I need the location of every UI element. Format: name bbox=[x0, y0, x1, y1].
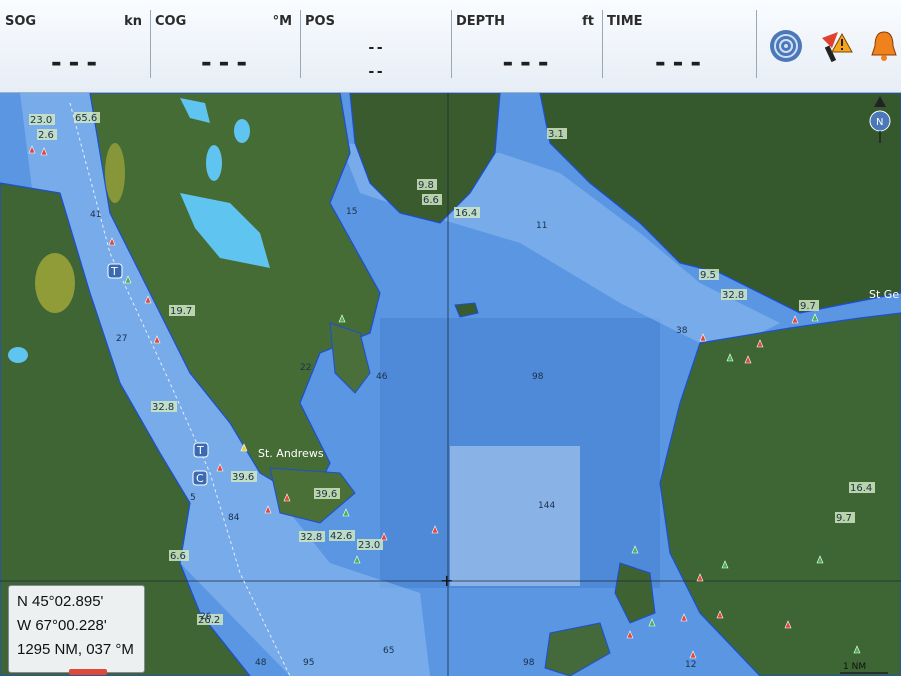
depth-label: DEPTH bbox=[456, 14, 505, 29]
range-bearing: 1295 NM, 037 °M bbox=[17, 641, 134, 658]
tide-marker[interactable]: T bbox=[193, 442, 209, 458]
depth-label: 23.0 bbox=[358, 540, 380, 551]
time-cell[interactable]: TIME --- bbox=[602, 10, 757, 78]
depth-label: 32.8 bbox=[152, 402, 174, 413]
place-st-ge: St Ge bbox=[869, 288, 899, 301]
depth-label: 2.6 bbox=[38, 130, 54, 141]
tide-marker-label: T bbox=[110, 265, 118, 278]
pos-label: POS bbox=[305, 14, 335, 29]
depth-label: 16.4 bbox=[850, 483, 872, 494]
depth-label: 65 bbox=[383, 646, 394, 656]
depth-label: 27 bbox=[116, 334, 127, 344]
cog-label: COG bbox=[155, 14, 187, 29]
tide-marker-label: T bbox=[196, 444, 204, 457]
depth-label: 12 bbox=[685, 660, 696, 670]
depth-label: 41 bbox=[90, 210, 101, 220]
cursor-position-readout[interactable]: N 45°02.895' W 67°00.228' 1295 NM, 037 °… bbox=[8, 585, 145, 675]
depth-label: 32.8 bbox=[722, 290, 744, 301]
pos-line2: -- bbox=[367, 64, 384, 80]
alarm-warning-icon[interactable] bbox=[818, 28, 854, 64]
depth-label: 16.4 bbox=[455, 208, 477, 219]
pos-cell[interactable]: POS -- -- bbox=[300, 10, 452, 80]
current-marker-label: C bbox=[196, 472, 204, 485]
depth-label: 9.7 bbox=[836, 513, 852, 524]
sog-value: --- bbox=[48, 48, 102, 78]
marsh-patch bbox=[105, 143, 125, 203]
tide-marker[interactable]: T bbox=[107, 263, 123, 279]
depth-label: 6.6 bbox=[170, 551, 186, 562]
depth-value: --- bbox=[500, 48, 553, 78]
cursor-icon[interactable]: + bbox=[440, 571, 453, 590]
scale-label: 1 NM bbox=[843, 662, 866, 672]
sog-unit: kn bbox=[124, 14, 142, 29]
depth-cell[interactable]: DEPTH ft --- bbox=[451, 10, 603, 78]
depth-label: 5 bbox=[190, 493, 196, 503]
depth-label: 15 bbox=[346, 207, 357, 217]
depth-label: 19.7 bbox=[170, 306, 192, 317]
depth-label: 48 bbox=[255, 658, 267, 668]
depth-label: 23.0 bbox=[30, 115, 52, 126]
depth-label: 6.6 bbox=[423, 195, 439, 206]
sog-cell[interactable]: SOG kn --- bbox=[0, 10, 151, 78]
depth-label: 32.8 bbox=[300, 532, 322, 543]
current-marker[interactable]: C bbox=[192, 470, 208, 486]
marsh-patch bbox=[35, 253, 75, 313]
depth-label: 9.8 bbox=[418, 180, 434, 191]
readout-indicator bbox=[69, 669, 107, 675]
lake bbox=[8, 347, 28, 363]
alarm-bell-icon[interactable] bbox=[866, 28, 901, 64]
depth-label: 98 bbox=[523, 658, 535, 668]
lake bbox=[234, 119, 250, 143]
depth-label: 84 bbox=[228, 513, 240, 523]
depth-label: 22 bbox=[300, 363, 311, 373]
glare-area bbox=[450, 446, 580, 586]
radar-icon[interactable] bbox=[768, 28, 804, 64]
cog-unit: °M bbox=[272, 14, 292, 29]
depth-label: 42.6 bbox=[330, 531, 352, 542]
depth-label: 46 bbox=[376, 372, 388, 382]
depth-label: 95 bbox=[303, 658, 314, 668]
cog-value: --- bbox=[198, 48, 252, 78]
depth-label: 11 bbox=[536, 221, 547, 231]
depth-label: 9.5 bbox=[700, 270, 716, 281]
depth-label: 39.6 bbox=[315, 489, 337, 500]
depth-label: 98 bbox=[532, 372, 544, 382]
sog-label: SOG bbox=[5, 14, 37, 29]
longitude: W 67°00.228' bbox=[17, 617, 107, 634]
time-value: --- bbox=[652, 48, 706, 78]
depth-label: 38 bbox=[676, 326, 688, 336]
svg-text:N: N bbox=[876, 117, 883, 128]
depth-unit: ft bbox=[582, 14, 594, 29]
depth-label: 26 bbox=[200, 612, 212, 622]
pos-line1: -- bbox=[367, 40, 384, 56]
data-bar: SOG kn --- COG °M --- POS -- -- DEPTH ft… bbox=[0, 0, 901, 94]
depth-label: 65.6 bbox=[75, 113, 97, 124]
depth-label: 9.7 bbox=[800, 301, 816, 312]
depth-label: 144 bbox=[538, 501, 555, 511]
place-st-andrews: St. Andrews bbox=[258, 447, 324, 460]
depth-label: 3.1 bbox=[548, 129, 564, 140]
time-label: TIME bbox=[607, 14, 643, 29]
depth-label: 39.6 bbox=[232, 472, 254, 483]
lake bbox=[206, 145, 222, 181]
cog-cell[interactable]: COG °M --- bbox=[150, 10, 301, 78]
latitude: N 45°02.895' bbox=[17, 593, 104, 610]
